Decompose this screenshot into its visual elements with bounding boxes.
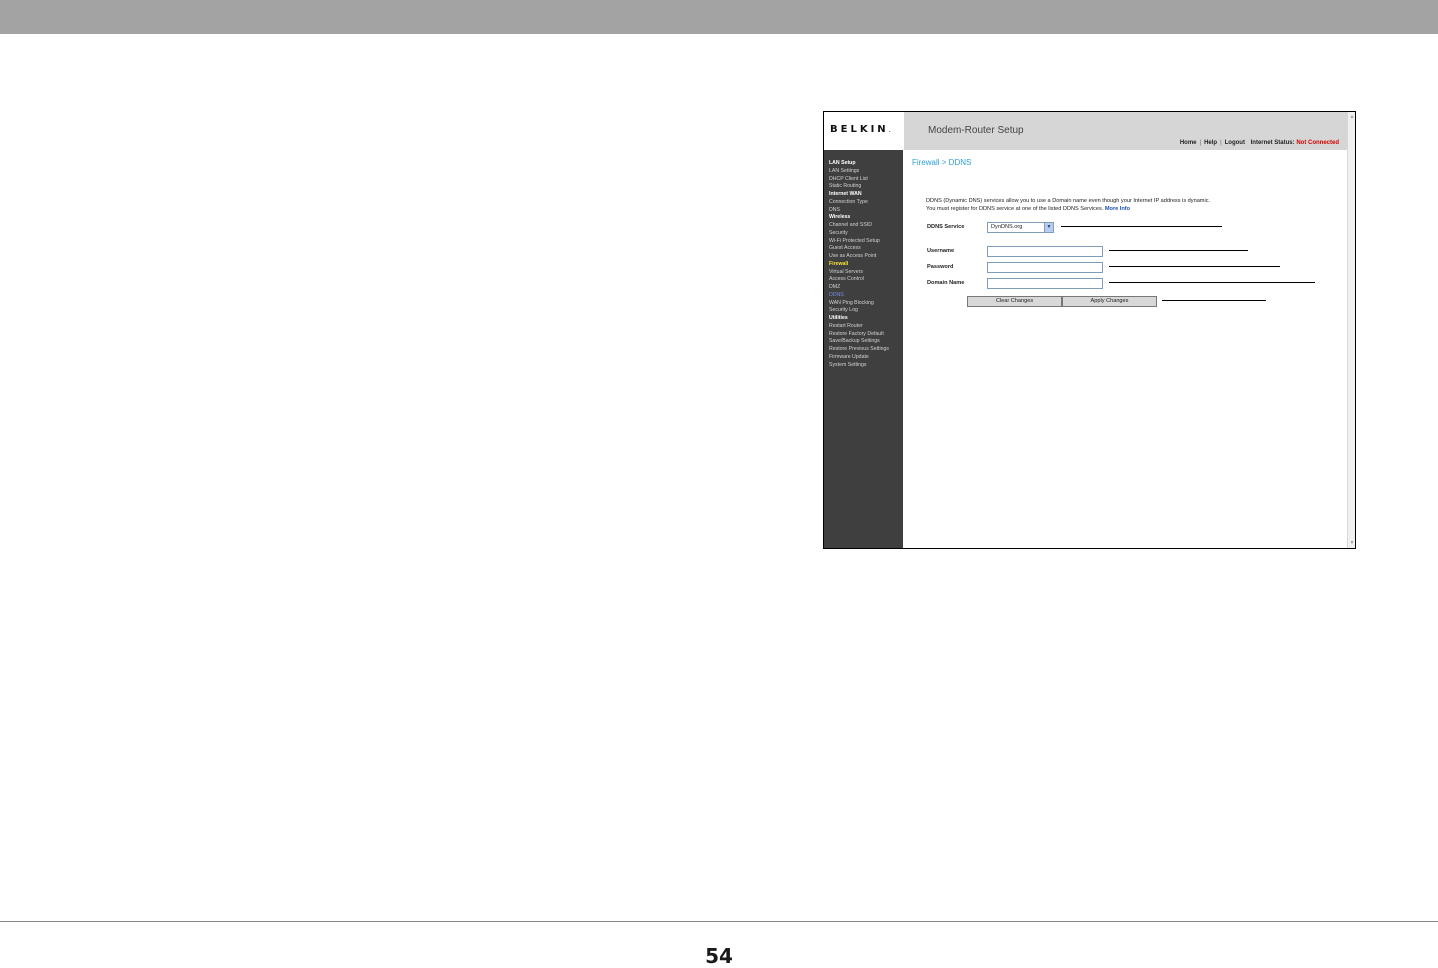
home-link[interactable]: Home: [1180, 140, 1197, 146]
sidebar-nav: LAN Setup LAN Settings DHCP Client List Sta…: [829, 160, 889, 369]
sidebar-item-wi-fi-protected-setup[interactable]: Wi-Fi Protected Setup: [829, 238, 889, 246]
sidebar-item-dhcp-client-list[interactable]: DHCP Client List: [829, 176, 889, 184]
password-input[interactable]: [987, 262, 1103, 273]
sidebar-item-restore-previous-settings[interactable]: Restore Previous Settings: [829, 346, 889, 354]
top-band: [0, 0, 1438, 34]
username-label: Username: [927, 248, 955, 254]
router-screenshot: BELKIN. Modem-Router Setup Home | Help | Log…: [823, 111, 1356, 549]
sidebar-section-firewall: Firewall: [829, 260, 849, 267]
sidebar-item-dmz[interactable]: DMZ: [829, 284, 889, 292]
sidebar-item-wan-ping-blocking[interactable]: WAN Ping Blocking: [829, 300, 889, 308]
sidebar-section-lan-setup: LAN Setup: [829, 160, 856, 166]
apply-changes-button[interactable]: Apply Changes: [1062, 296, 1157, 307]
top-links: Home | Help | Logout Internet Status: Not Co…: [1179, 140, 1339, 146]
sidebar-item-firmware-update[interactable]: Firmware Update: [829, 354, 889, 362]
sidebar-item-lan-settings[interactable]: LAN Settings: [829, 168, 889, 176]
sidebar-item-security[interactable]: Security: [829, 230, 889, 238]
sidebar-item-connection-type[interactable]: Connection Type: [829, 199, 889, 207]
sidebar-item-restore-factory-default[interactable]: Restore Factory Default: [829, 331, 889, 339]
logo-area: BELKIN.: [824, 112, 904, 150]
logout-link[interactable]: Logout: [1225, 140, 1245, 146]
internet-status-label: Internet Status:: [1250, 140, 1295, 146]
sidebar-item-security-log[interactable]: Security Log: [829, 307, 889, 315]
username-input[interactable]: [987, 246, 1103, 257]
sidebar-item-virtual-servers[interactable]: Virtual Servers: [829, 269, 889, 277]
sidebar-item-guest-access[interactable]: Guest Access: [829, 245, 889, 253]
more-info-link[interactable]: More Info: [1105, 206, 1130, 212]
clear-changes-button[interactable]: Clear Changes: [967, 296, 1062, 307]
callout-line-buttons: [1162, 300, 1266, 301]
callout-line-ddns: [1061, 226, 1222, 227]
app-title: Modem-Router Setup: [928, 125, 1024, 136]
chevron-down-icon[interactable]: ▼: [1044, 223, 1053, 232]
page-number: 54: [705, 944, 733, 968]
callout-line-domain: [1109, 282, 1315, 283]
domain-name-label: Domain Name: [927, 280, 965, 286]
description: DDNS (Dynamic DNS) services allow you to…: [926, 198, 1210, 213]
scroll-down-icon[interactable]: ▼: [1349, 540, 1355, 546]
sidebar-item-access-control[interactable]: Access Control: [829, 276, 889, 284]
help-link[interactable]: Help: [1204, 140, 1217, 146]
sidebar-item-use-as-access-point[interactable]: Use as Access Point: [829, 253, 889, 261]
scroll-up-icon[interactable]: ▲: [1349, 114, 1355, 120]
sidebar-section-utilities: Utilities: [829, 315, 848, 321]
password-label: Password: [927, 264, 954, 270]
internet-status-value: Not Connected: [1296, 140, 1339, 146]
description-line-1: DDNS (Dynamic DNS) services allow you to…: [926, 198, 1211, 204]
sidebar: LAN Setup LAN Settings DHCP Client List Sta…: [824, 150, 903, 548]
callout-line-password: [1109, 266, 1280, 267]
ddns-service-value: DynDNS.org: [991, 224, 1023, 230]
sidebar-item-static-routing[interactable]: Static Routing: [829, 183, 889, 191]
content-pane: Firewall > DDNS DDNS (Dynamic DNS) servi…: [904, 150, 1347, 548]
sidebar-item-restart-router[interactable]: Restart Router: [829, 323, 889, 331]
sidebar-item-system-settings[interactable]: System Settings: [829, 362, 889, 370]
sidebar-item-channel-and-ssid[interactable]: Channel and SSID: [829, 222, 889, 230]
breadcrumb: Firewall > DDNS: [912, 158, 972, 167]
sidebar-section-wireless: Wireless: [829, 214, 851, 221]
header-bar: BELKIN. Modem-Router Setup Home | Help | Log…: [824, 112, 1347, 150]
sidebar-section-internet-wan: Internet WAN: [829, 191, 862, 197]
description-line-2: You must register for DDNS service at on…: [926, 205, 1131, 212]
sidebar-item-ddns[interactable]: DDNS: [829, 292, 889, 300]
domain-name-input[interactable]: [987, 278, 1103, 289]
ddns-service-label: DDNS Service: [927, 224, 965, 230]
bottom-rule: [0, 921, 1438, 922]
sidebar-item-dns[interactable]: DNS: [829, 207, 889, 215]
belkin-logo: BELKIN.: [830, 124, 891, 135]
scrollbar[interactable]: ▲ ▼: [1347, 112, 1355, 548]
callout-line-username: [1109, 250, 1248, 251]
sidebar-item-save-backup-settings[interactable]: Save/Backup Settings: [829, 338, 889, 346]
ddns-service-select[interactable]: DynDNS.org ▼: [987, 222, 1054, 233]
